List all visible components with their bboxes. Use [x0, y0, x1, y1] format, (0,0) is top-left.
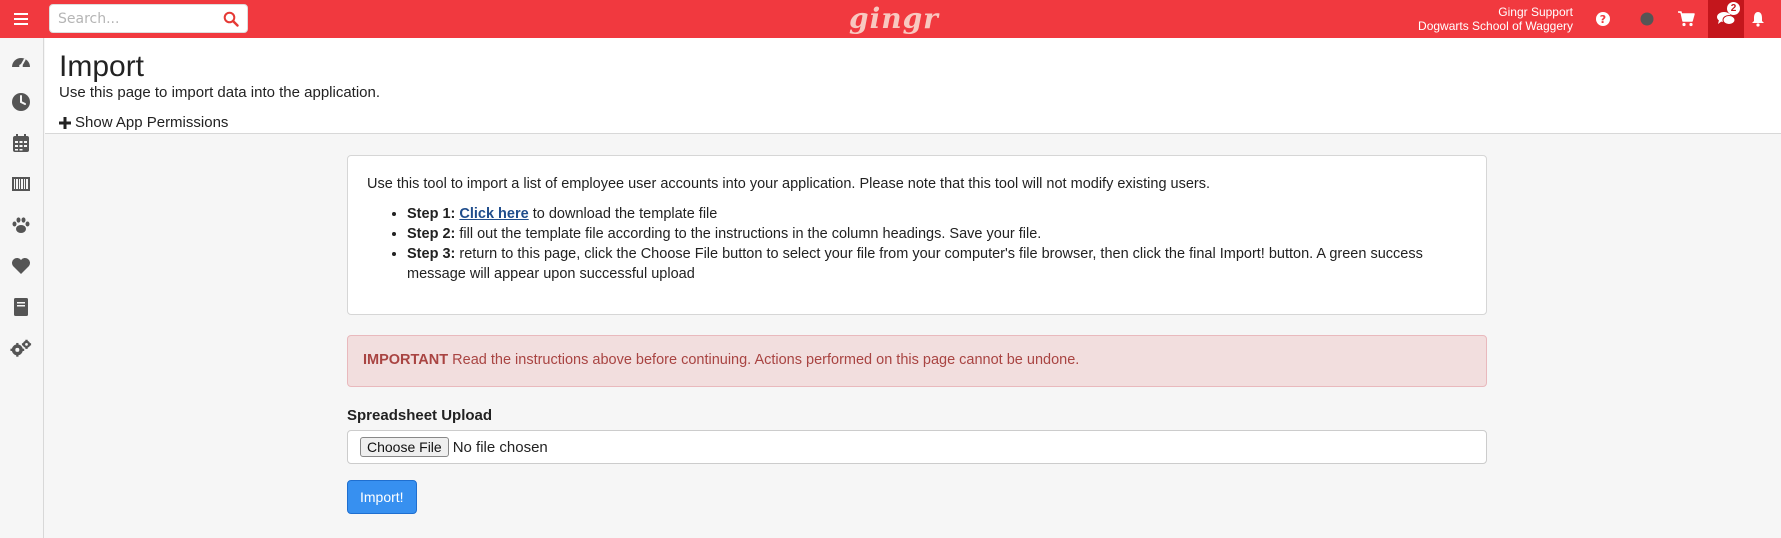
gingr-logo[interactable]: gingr — [849, 2, 939, 35]
status-dot-icon[interactable] — [1637, 9, 1657, 29]
user-info[interactable]: Gingr Support Dogwarts School of Waggery — [1418, 5, 1573, 33]
important-alert: IMPORTANT Read the instructions above be… — [347, 335, 1487, 387]
svg-text:?: ? — [1600, 13, 1606, 26]
hamburger-menu-icon[interactable] — [10, 8, 32, 30]
instructions-intro: Use this tool to import a list of employ… — [367, 176, 1211, 192]
barcode-icon[interactable] — [10, 173, 32, 195]
search-box — [49, 4, 248, 33]
step-1: Step 1: Click here to download the templ… — [407, 204, 1467, 224]
page-subtitle: Use this page to import data into the ap… — [59, 84, 381, 101]
cart-icon[interactable] — [1676, 9, 1696, 29]
top-navigation-bar: gingr Gingr Support Dogwarts School of W… — [0, 0, 1781, 38]
show-app-permissions-toggle[interactable]: Show App Permissions — [59, 114, 228, 131]
user-name: Gingr Support — [1498, 5, 1573, 19]
spreadsheet-upload-label: Spreadsheet Upload — [347, 407, 493, 424]
step-2: Step 2: fill out the template file accor… — [407, 224, 1467, 244]
instructions-steps: Step 1: Click here to download the templ… — [367, 204, 1467, 284]
instructions-panel: Use this tool to import a list of employ… — [347, 155, 1487, 315]
chat-button[interactable]: 2 — [1708, 0, 1744, 38]
book-icon[interactable] — [10, 296, 32, 318]
search-icon[interactable] — [223, 11, 239, 27]
import-button[interactable]: Import! — [347, 480, 417, 514]
step-3: Step 3: return to this page, click the C… — [407, 244, 1467, 284]
choose-file-button[interactable]: Choose File — [360, 437, 449, 457]
search-input[interactable] — [56, 8, 216, 30]
import-content: Use this tool to import a list of employ… — [347, 155, 1487, 514]
alert-label: IMPORTANT — [363, 352, 449, 368]
file-status: No file chosen — [452, 438, 548, 456]
settings-icon[interactable] — [10, 337, 32, 359]
file-upload-field: Choose File No file chosen — [347, 430, 1487, 464]
clock-icon[interactable] — [10, 91, 32, 113]
bell-icon[interactable] — [1748, 9, 1768, 29]
page-header: Import Use this page to import data into… — [45, 38, 1781, 134]
plus-icon — [59, 116, 71, 129]
location-name: Dogwarts School of Waggery — [1418, 19, 1573, 33]
show-app-permissions-label: Show App Permissions — [75, 114, 229, 131]
help-icon[interactable]: ? — [1593, 9, 1613, 29]
alert-text: Read the instructions above before conti… — [448, 352, 1080, 368]
calendar-icon[interactable] — [10, 132, 32, 154]
heart-icon[interactable] — [10, 255, 32, 277]
dashboard-icon[interactable] — [10, 50, 32, 72]
notification-badge: 2 — [1727, 2, 1740, 15]
page-title: Import — [59, 50, 145, 83]
download-template-link[interactable]: Click here — [459, 206, 528, 222]
sidebar — [0, 38, 44, 538]
paw-icon[interactable] — [10, 214, 32, 236]
